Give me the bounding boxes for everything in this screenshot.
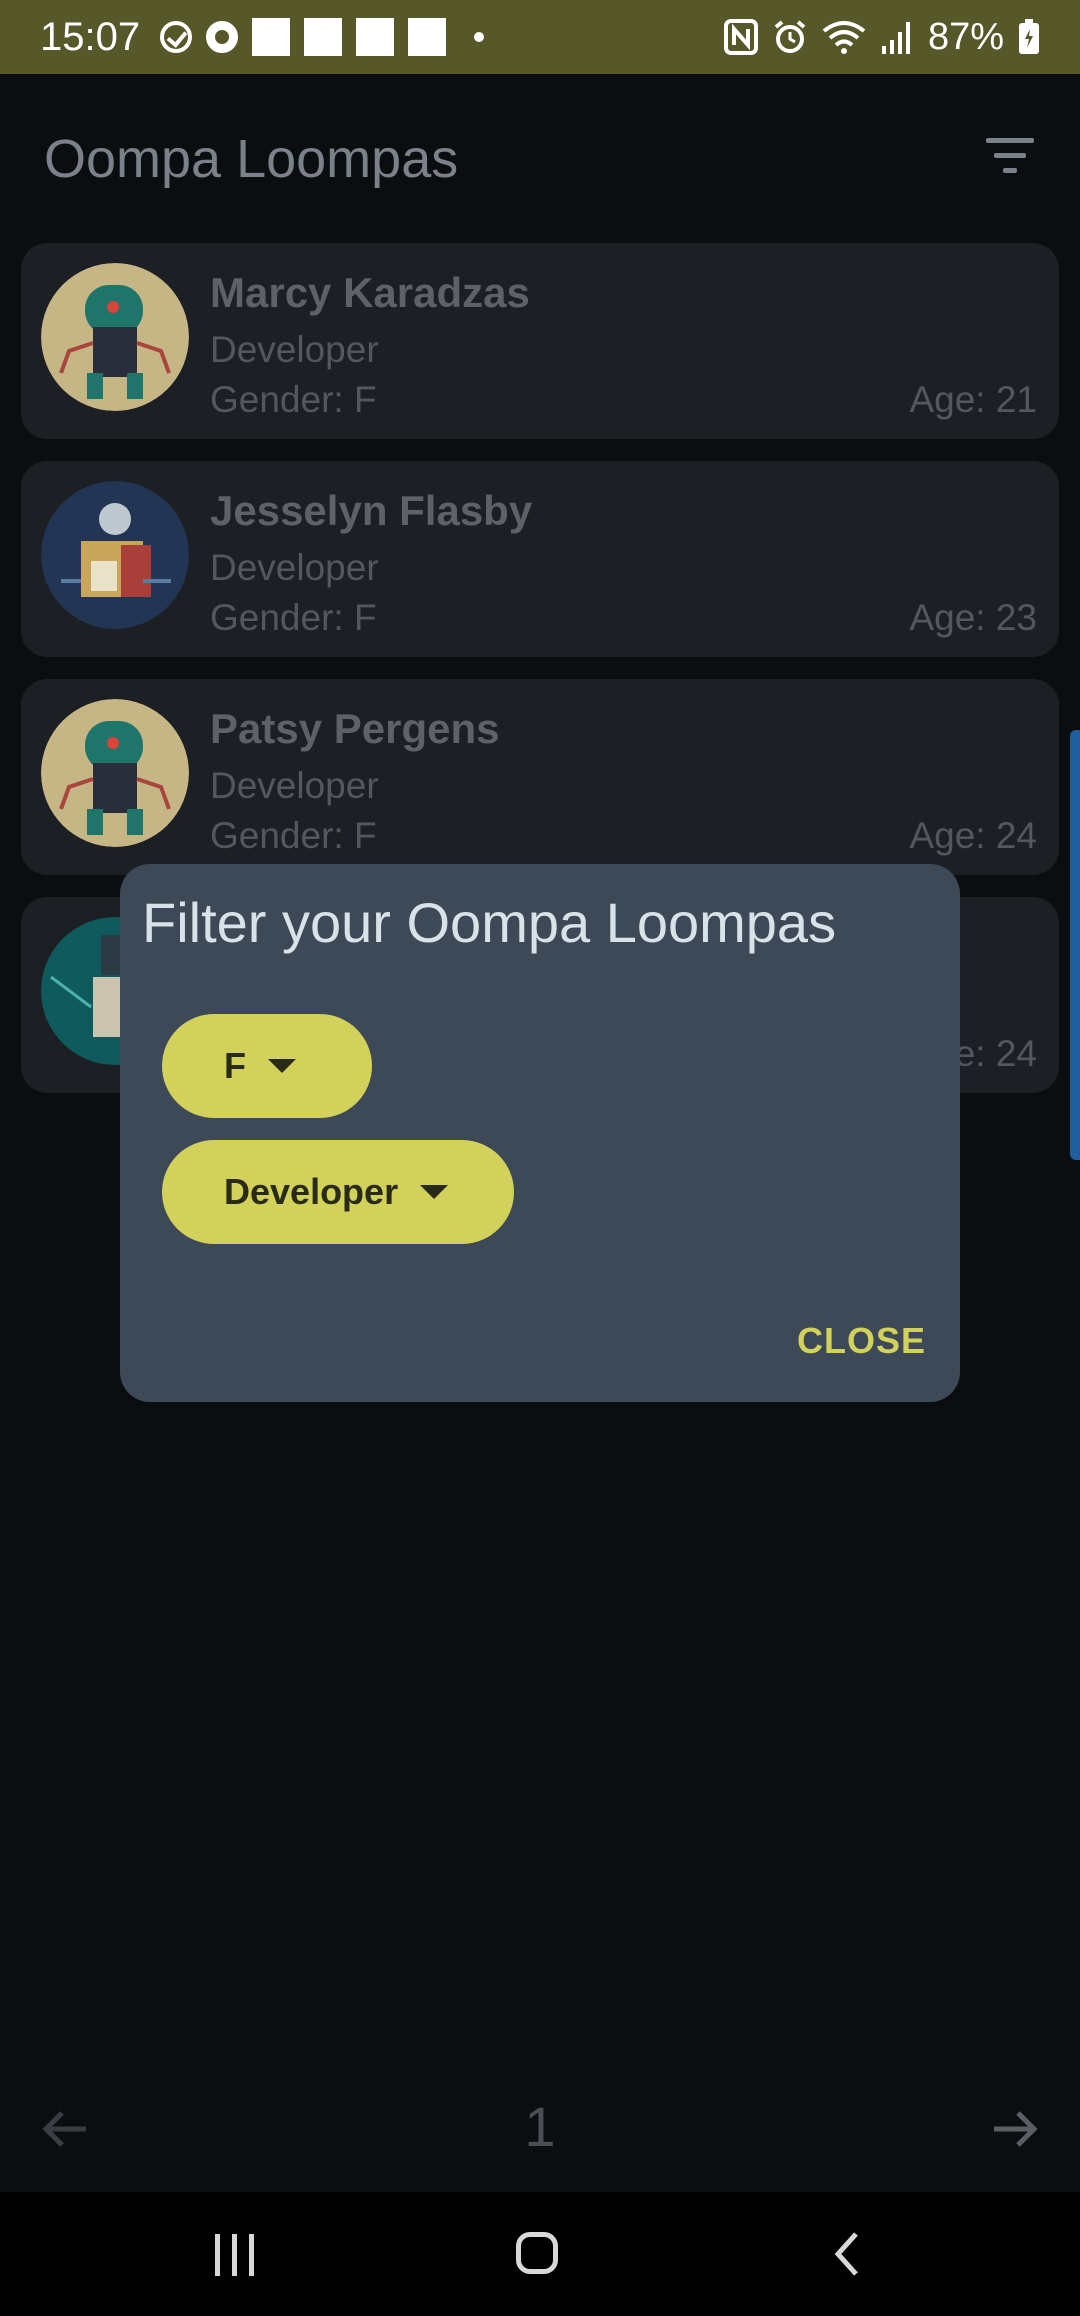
card-age: Age: 24 xyxy=(909,815,1037,856)
page-number: 1 xyxy=(524,2095,556,2158)
battery-percentage: 87% xyxy=(927,15,1004,58)
profession-filter-value: Developer xyxy=(224,1171,399,1212)
card-gender: Gender: F xyxy=(210,815,377,856)
check-circle-icon xyxy=(160,21,193,53)
card-age: e: 24 xyxy=(954,1033,1037,1074)
card-gender: Gender: F xyxy=(210,597,377,638)
ring-icon xyxy=(206,21,239,53)
card-age: Age: 23 xyxy=(909,597,1037,638)
filter-dialog: Filter your Oompa Loompas F Developer CL… xyxy=(120,864,960,1402)
battery-icon xyxy=(1018,19,1040,55)
back-icon[interactable] xyxy=(826,2232,870,2276)
notification-square-icon xyxy=(252,18,291,56)
card-profession: Developer xyxy=(210,329,379,370)
card-age: Age: 21 xyxy=(909,379,1037,420)
card-gender: Gender: F xyxy=(210,379,377,420)
edge-panel-handle[interactable] xyxy=(1070,730,1080,1160)
signal-icon xyxy=(880,20,914,54)
card-profession: Developer xyxy=(210,765,379,806)
caret-down-icon xyxy=(268,1059,296,1073)
filter-icon[interactable] xyxy=(984,134,1036,178)
gender-filter-value: F xyxy=(224,1045,246,1086)
list-item[interactable]: Patsy Pergens Developer Gender: F Age: 2… xyxy=(21,679,1059,875)
page-title: Oompa Loompas xyxy=(44,129,459,189)
status-time: 15:07 xyxy=(40,14,141,59)
close-button[interactable]: CLOSE xyxy=(797,1320,926,1362)
wifi-icon xyxy=(822,19,866,55)
app-bar: Oompa Loompas xyxy=(0,74,1080,244)
pagination: 1 xyxy=(0,2090,1080,2170)
more-notifications-dot-icon xyxy=(474,32,485,42)
list-item[interactable]: Marcy Karadzas Developer Gender: F Age: … xyxy=(21,243,1059,439)
robot-avatar-green xyxy=(41,263,189,411)
caret-down-icon xyxy=(420,1185,449,1199)
dialog-title: Filter your Oompa Loompas xyxy=(142,891,837,954)
notification-square-icon xyxy=(304,18,343,56)
card-name: Patsy Pergens xyxy=(210,705,500,752)
card-name: Marcy Karadzas xyxy=(210,269,530,316)
card-name: Jesselyn Flasby xyxy=(210,487,533,534)
arrow-right-icon[interactable] xyxy=(990,2104,1040,2154)
gender-filter-dropdown[interactable]: F xyxy=(162,1014,372,1118)
notification-square-icon xyxy=(356,18,395,56)
robot-avatar-green xyxy=(41,699,189,847)
profession-filter-dropdown[interactable]: Developer xyxy=(162,1140,514,1244)
notification-square-icon xyxy=(408,18,447,56)
alarm-icon xyxy=(772,19,808,55)
status-bar: 15:07 87% xyxy=(0,0,1080,74)
nfc-icon xyxy=(723,19,758,55)
home-icon[interactable] xyxy=(516,2232,558,2274)
card-profession: Developer xyxy=(210,547,379,588)
system-nav-bar xyxy=(0,2192,1080,2316)
list-item[interactable]: Jesselyn Flasby Developer Gender: F Age:… xyxy=(21,461,1059,657)
robot-avatar-blue xyxy=(41,481,189,629)
recents-icon[interactable] xyxy=(215,2234,255,2276)
